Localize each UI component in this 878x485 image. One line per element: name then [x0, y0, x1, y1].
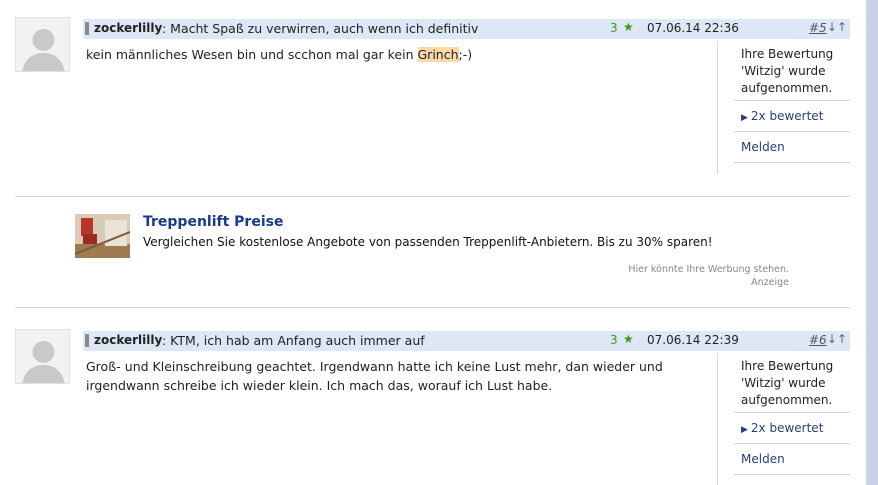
star-icon: ★ [623, 332, 634, 346]
comment-date: 07.06.14 22:36 [647, 21, 739, 35]
comment-title: : KTM, ich hab am Anfang auch immer auf [162, 333, 425, 348]
highlighted-word: Grinch [417, 47, 459, 62]
comment-body: Groß- und Kleinschreibung geachtet. Irge… [86, 359, 663, 393]
rating-confirmation: Ihre Bewertung 'Witzig' wurde aufgenomme… [734, 41, 850, 101]
rating-count: 3 [610, 21, 618, 35]
avatar[interactable] [15, 17, 70, 72]
comment-text-end: ;-) [458, 47, 473, 62]
header-marker [85, 334, 89, 347]
divider [15, 196, 850, 197]
ad-notice: Hier könnte Ihre Werbung stehen. Anzeige [628, 263, 789, 289]
comment-header: zockerlilly : KTM, ich hab am Anfang auc… [83, 331, 850, 351]
ad-image[interactable] [75, 214, 130, 258]
comment-header: zockerlilly : Macht Spaß zu verwirren, a… [83, 19, 850, 39]
vertical-divider [717, 41, 718, 174]
divider [15, 307, 850, 308]
comment-number-link[interactable]: #5 [809, 21, 827, 35]
sort-arrows-icon[interactable]: ↓↑ [827, 332, 847, 346]
header-marker [85, 22, 89, 35]
ad-notice-line[interactable]: Hier könnte Ihre Werbung stehen. [628, 263, 789, 276]
comment-actions: Ihre Bewertung 'Witzig' wurde aufgenomme… [734, 41, 850, 163]
comment-text: kein männliches Wesen bin und scchon mal… [86, 47, 418, 62]
avatar[interactable] [15, 329, 70, 384]
triangle-right-icon: ▶ [741, 113, 748, 123]
user-silhouette-icon [16, 18, 69, 71]
report-link[interactable]: Melden [734, 132, 850, 163]
scrollbar[interactable] [866, 0, 878, 485]
stairlift-image [75, 214, 130, 258]
rating-confirmation: Ihre Bewertung 'Witzig' wurde aufgenomme… [734, 353, 850, 413]
ad-label: Anzeige [751, 277, 789, 288]
rating-count: 3 [610, 333, 618, 347]
report-link[interactable]: Melden [734, 444, 850, 475]
author-link[interactable]: zockerlilly [94, 21, 162, 35]
comment-actions: Ihre Bewertung 'Witzig' wurde aufgenomme… [734, 353, 850, 475]
comment-title: : Macht Spaß zu verwirren, auch wenn ich… [162, 21, 479, 36]
star-icon: ★ [623, 20, 634, 34]
user-silhouette-icon [16, 330, 69, 383]
vertical-divider [717, 353, 718, 485]
author-link[interactable]: zockerlilly [94, 333, 162, 347]
comment-date: 07.06.14 22:39 [647, 333, 739, 347]
comment-body: kein männliches Wesen bin und scchon mal… [86, 46, 706, 65]
rated-count-link[interactable]: ▶ 2x bewertet [734, 101, 850, 132]
comment-number-link[interactable]: #6 [809, 333, 827, 347]
ad-title-link[interactable]: Treppenlift Preise [143, 214, 283, 230]
rated-count-label: 2x bewertet [750, 109, 824, 123]
triangle-right-icon: ▶ [741, 425, 748, 435]
ad-description: Vergleichen Sie kostenlose Angebote von … [143, 235, 713, 249]
rated-count-label: 2x bewertet [750, 421, 824, 435]
rated-count-link[interactable]: ▶ 2x bewertet [734, 413, 850, 444]
sort-arrows-icon[interactable]: ↓↑ [827, 20, 847, 34]
